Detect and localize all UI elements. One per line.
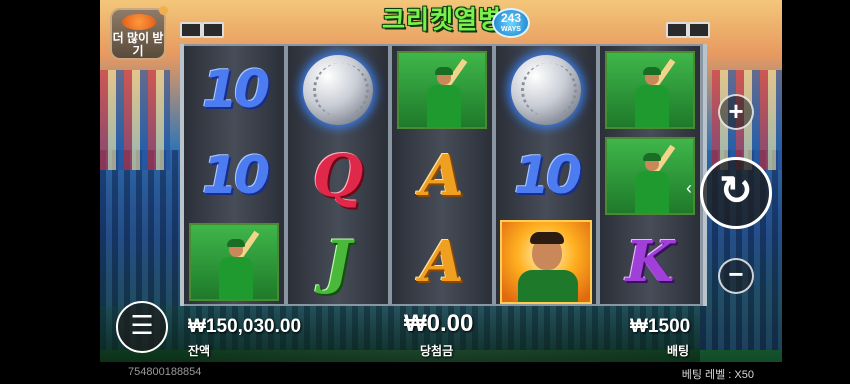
chevron-left-icon[interactable]: ‹ [686, 178, 692, 199]
notification-dot [159, 6, 168, 15]
reel-5: K [600, 46, 700, 304]
gift-icon [122, 14, 156, 30]
win-label: 당첨금 [420, 344, 454, 358]
batsman-icon [605, 51, 695, 129]
reel-symbol [188, 222, 280, 302]
reel-symbol: 10 [188, 50, 280, 130]
symbol-10: 10 [201, 60, 270, 120]
reel-symbol [604, 136, 696, 216]
ways-label: WAYS [501, 26, 521, 33]
win-value: ₩0.00 [404, 310, 474, 337]
reel-symbol [292, 50, 384, 130]
symbol-j: J [324, 228, 352, 296]
balance-label: 잔액 [188, 344, 211, 358]
reel-3: AA [392, 46, 492, 304]
reel-symbol [604, 50, 696, 130]
bet-label: 배팅 [667, 344, 690, 358]
reel-symbol [500, 220, 592, 304]
reel-symbol [500, 50, 592, 130]
cricket-ball-icon [511, 55, 581, 125]
bet-level: 베팅 레벨 : X50 [681, 369, 754, 381]
captain-icon [500, 220, 592, 304]
ways-badge: 243 WAYS [492, 8, 530, 38]
batsman-icon [189, 223, 279, 301]
balance-value: ₩150,030.00 [188, 316, 302, 337]
symbol-10: 10 [201, 146, 270, 206]
cricket-ball-icon [303, 55, 373, 125]
more-rewards-button[interactable]: 더 많이 받기 [110, 6, 168, 60]
reel-1: 10 10 [184, 46, 284, 304]
reel-symbol: Q [292, 136, 384, 216]
reel-symbol [396, 50, 488, 130]
flags-left [100, 70, 170, 170]
batsman-icon [605, 137, 695, 215]
reel-2: QJ [288, 46, 388, 304]
symbol-k: K [625, 229, 675, 295]
spin-button[interactable]: ↻ [700, 157, 772, 229]
reel-symbol: A [396, 222, 488, 302]
floodlight-icon [202, 22, 224, 38]
floodlight-icon [666, 22, 688, 38]
footer-bar: 754800188854 베팅 레벨 : X50 [100, 362, 782, 384]
reel-4: 10 [496, 46, 596, 304]
reel-symbol: K [604, 222, 696, 302]
reel-symbol: 10 [188, 136, 280, 216]
reel-symbol: A [396, 136, 488, 216]
bet-increase-button[interactable]: + [718, 94, 754, 130]
hamburger-icon: ☰ [130, 310, 154, 340]
more-rewards-label: 더 많이 받기 [112, 31, 164, 58]
reel-symbol: J [292, 222, 384, 302]
symbol-a: A [420, 229, 464, 295]
symbol-a: A [420, 143, 464, 209]
reel-symbol: 10 [500, 136, 592, 216]
round-id: 754800188854 [128, 366, 202, 378]
bet-decrease-button[interactable]: − [718, 258, 754, 294]
refresh-icon: ↻ [719, 169, 753, 213]
floodlight-icon [180, 22, 202, 38]
symbol-q: Q [312, 142, 364, 210]
ways-value: 243 [500, 11, 522, 25]
symbol-10: 10 [513, 146, 582, 206]
bet-value: ₩1500 [630, 316, 691, 337]
menu-button[interactable]: ☰ [116, 301, 168, 353]
batsman-icon [397, 51, 487, 129]
floodlight-icon [688, 22, 710, 38]
reel-grid: 10 10 Q J A A 10 K [180, 44, 707, 306]
